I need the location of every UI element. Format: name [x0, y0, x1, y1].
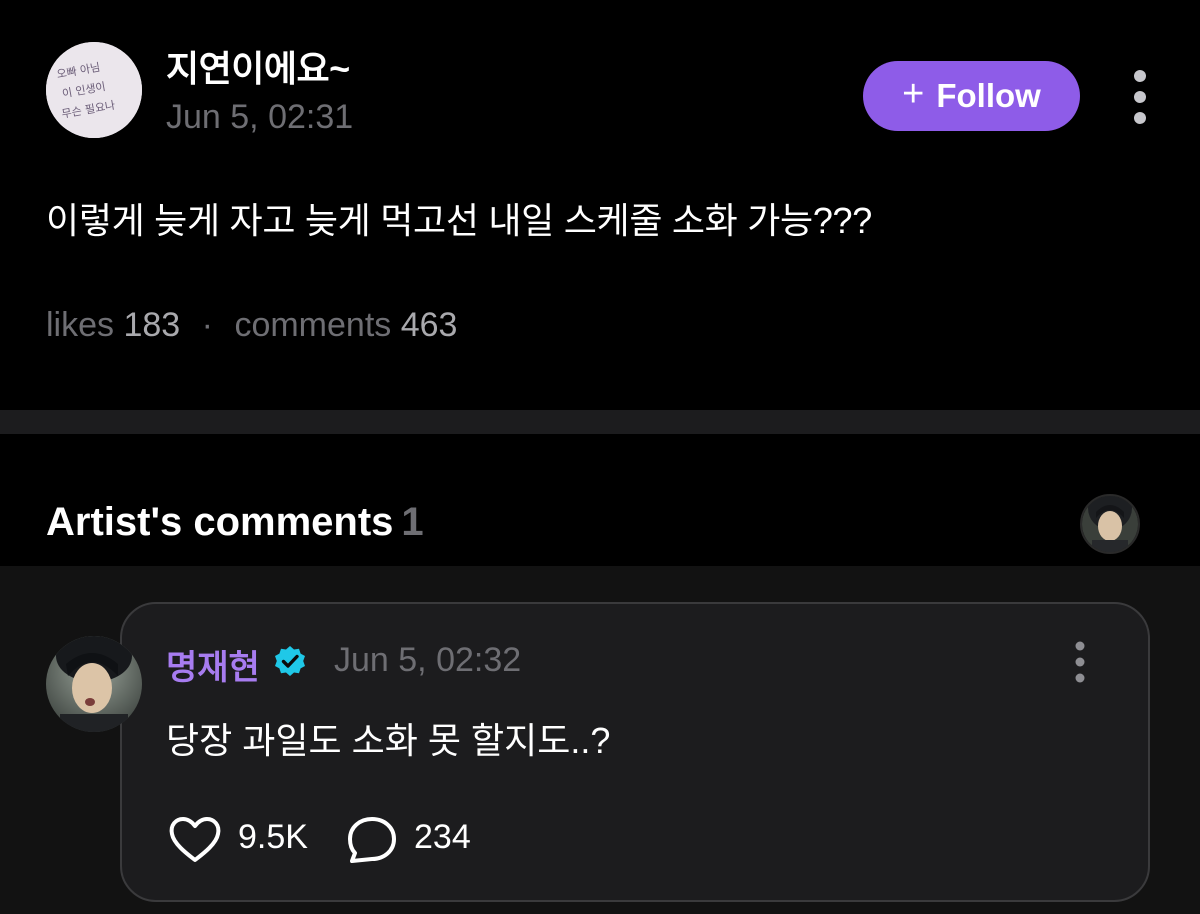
artist-mini-avatar[interactable] — [1080, 494, 1140, 554]
comment-reply-count: 234 — [414, 818, 471, 856]
artist-comments-title: Artist's comments — [46, 500, 394, 544]
artist-comments-count: 1 — [401, 500, 424, 544]
post-body-text: 이렇게 늦게 자고 늦게 먹고선 내일 스케줄 소화 가능??? — [46, 200, 873, 241]
comments-label: comments — [234, 306, 392, 344]
plus-icon: + — [902, 73, 925, 115]
post-stats: likes 183 · comments 463 — [46, 306, 457, 345]
follow-button[interactable]: + Follow — [863, 61, 1080, 131]
author-name[interactable]: 지연이에요~ — [166, 40, 350, 92]
post-more-options-icon[interactable] — [1122, 68, 1158, 126]
comment-bubble-icon[interactable] — [346, 815, 398, 865]
stats-separator: · — [201, 306, 213, 344]
post-timestamp: Jun 5, 02:31 — [166, 98, 354, 136]
comments-count[interactable]: 463 — [401, 306, 458, 344]
likes-count[interactable]: 183 — [123, 306, 180, 344]
author-avatar[interactable]: 오빠 아님 이 인생이 무슨 필요나 — [46, 42, 142, 138]
commenter-name[interactable]: 명재현 — [166, 640, 260, 689]
comment-like-count: 9.5K — [238, 818, 308, 856]
artist-comments-heading: Artist's comments 1 — [46, 500, 424, 545]
comment-body-text: 당장 과일도 소화 못 할지도..? — [166, 720, 611, 761]
follow-button-label: Follow — [936, 77, 1041, 114]
likes-label: likes — [46, 306, 115, 344]
commenter-avatar[interactable] — [46, 636, 142, 732]
verified-badge-icon — [273, 644, 307, 678]
comment-timestamp: Jun 5, 02:32 — [334, 641, 522, 679]
section-divider — [0, 410, 1200, 434]
heart-icon[interactable] — [168, 815, 222, 865]
comment-more-options-icon[interactable] — [1064, 640, 1096, 684]
